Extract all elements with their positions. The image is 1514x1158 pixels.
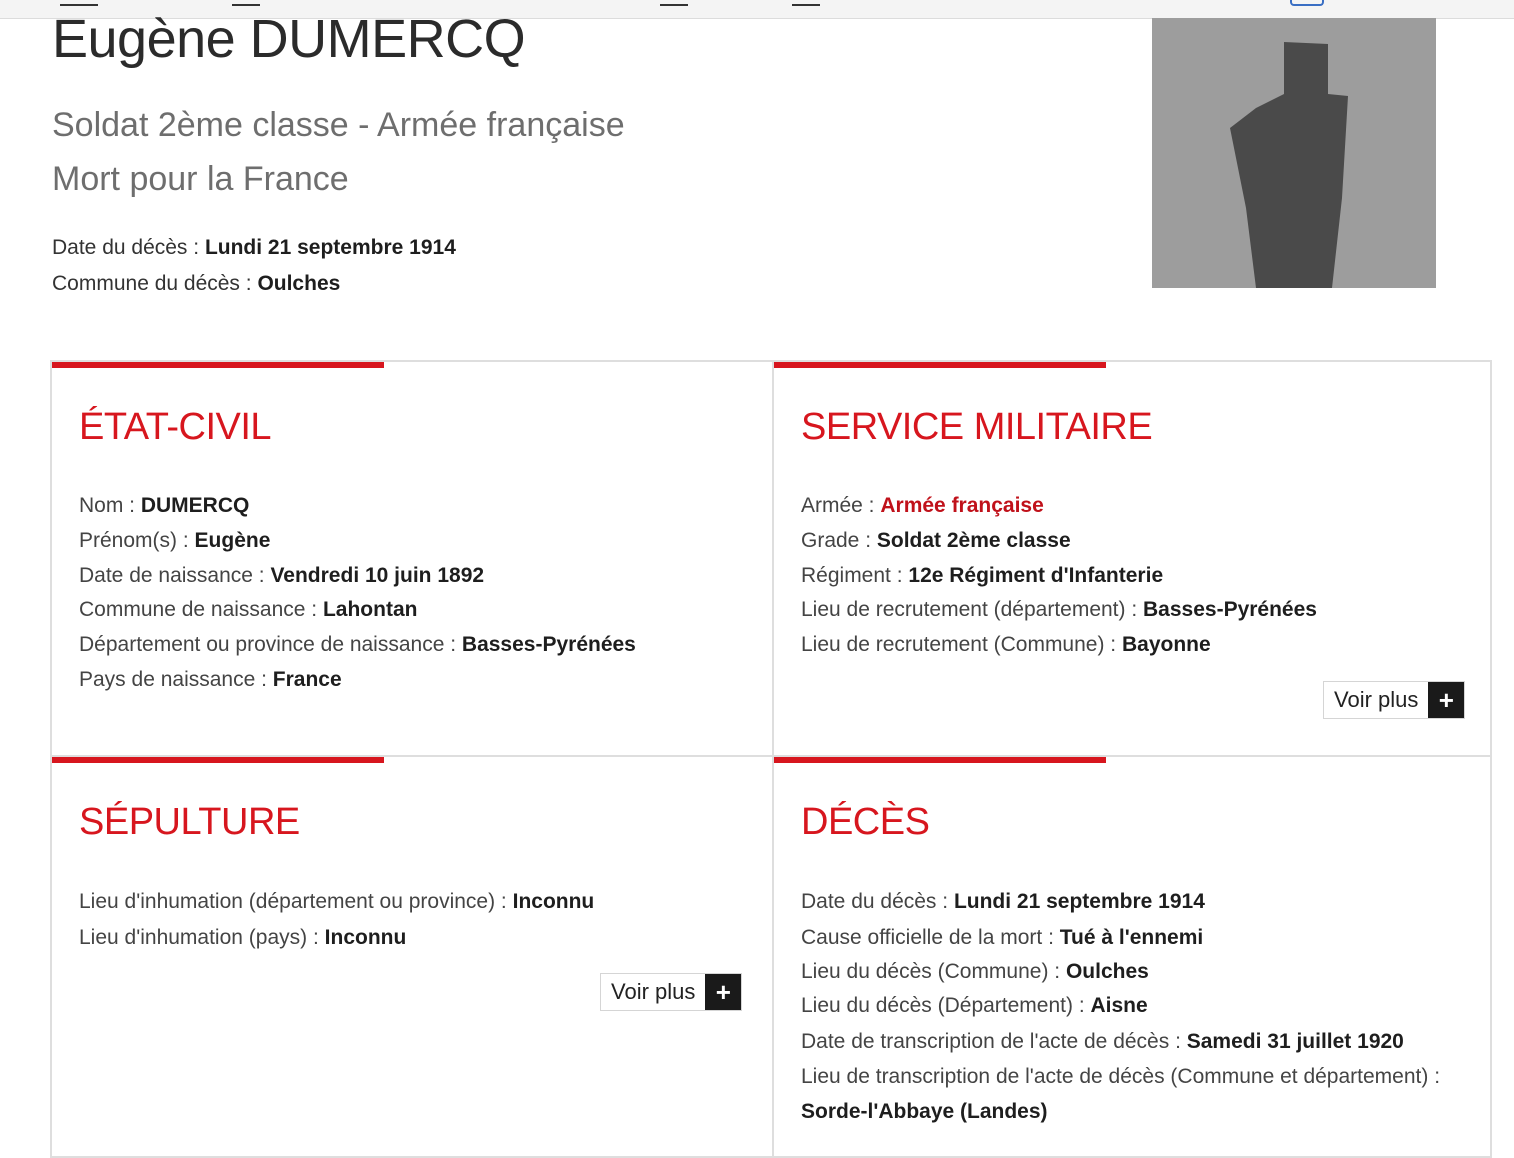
field-label: Prénom(s) : — [79, 529, 195, 552]
field-value: Tué à l'ennemi — [1059, 926, 1204, 949]
field-value: Inconnu — [512, 890, 595, 913]
field-label: Lieu d'inhumation (pays) : — [79, 926, 325, 949]
field-value: Inconnu — [324, 926, 407, 949]
field-label: Commune de naissance : — [79, 598, 323, 621]
field-value: Oulches — [1065, 960, 1149, 983]
field-label: Pays de naissance : — [79, 668, 273, 691]
voir-plus-label: Voir plus — [611, 979, 696, 1004]
field-armee: Armée : Armée française — [801, 494, 1044, 518]
field-label: Date de naissance : — [79, 564, 271, 587]
field-label: Cause officielle de la mort : — [801, 926, 1060, 949]
card-etat-civil: ÉTAT-CIVIL Nom : DUMERCQ Prénom(s) : Eug… — [50, 360, 774, 757]
voir-plus-label: Voir plus — [1334, 687, 1419, 712]
voir-plus-button[interactable]: Voir plus + — [600, 973, 743, 1011]
field-date-deces: Date du décès : Lundi 21 septembre 1914 — [801, 890, 1205, 914]
field-departement-naissance: Département ou province de naissance : B… — [79, 633, 636, 657]
field-lieu-transcription-value: Sorde-l'Abbaye (Landes) — [801, 1100, 1048, 1124]
field-label: Grade : — [801, 529, 877, 552]
toolbar-fragment — [792, 0, 820, 6]
field-grade: Grade : Soldat 2ème classe — [801, 529, 1071, 553]
field-lieu-deces-commune: Lieu du décès (Commune) : Oulches — [801, 960, 1149, 984]
bookmark-icon[interactable] — [1290, 0, 1324, 6]
field-label: Lieu de recrutement (département) : — [801, 598, 1144, 621]
field-label: Armée : — [801, 494, 881, 517]
summary-label: Date du décès : — [52, 236, 205, 259]
field-label: Lieu du décès (Département) : — [801, 994, 1091, 1017]
summary-death-date: Date du décès : Lundi 21 septembre 1914 — [52, 236, 456, 260]
field-value: Basses-Pyrénées — [461, 633, 636, 656]
plus-icon: + — [705, 974, 742, 1010]
toolbar-fragment — [232, 0, 260, 6]
field-label: Date de transcription de l'acte de décès… — [801, 1030, 1187, 1053]
summary-value: Oulches — [257, 272, 341, 295]
field-lieu-deces-departement: Lieu du décès (Département) : Aisne — [801, 994, 1148, 1018]
summary-death-commune: Commune du décès : Oulches — [52, 272, 340, 296]
field-lieu-transcription: Lieu de transcription de l'acte de décès… — [801, 1065, 1440, 1089]
field-value: 12e Régiment d'Infanterie — [908, 564, 1164, 587]
field-inhumation-departement: Lieu d'inhumation (département ou provin… — [79, 890, 594, 914]
person-silhouette-icon — [1230, 42, 1348, 288]
field-date-naissance: Date de naissance : Vendredi 10 juin 189… — [79, 564, 484, 588]
card-accent-bar — [774, 362, 1106, 368]
field-label: Département ou province de naissance : — [79, 633, 462, 656]
card-title: SÉPULTURE — [79, 801, 300, 843]
summary-value: Lundi 21 septembre 1914 — [204, 236, 456, 259]
field-recrutement-commune: Lieu de recrutement (Commune) : Bayonne — [801, 633, 1211, 657]
field-value: Sorde-l'Abbaye (Landes) — [801, 1100, 1048, 1123]
card-service-militaire: SERVICE MILITAIRE Armée : Armée français… — [772, 360, 1492, 757]
toolbar-fragment — [60, 0, 98, 6]
field-value: Samedi 31 juillet 1920 — [1186, 1030, 1404, 1053]
field-date-transcription: Date de transcription de l'acte de décès… — [801, 1030, 1404, 1054]
toolbar-fragment — [660, 0, 688, 6]
field-value: Lahontan — [322, 598, 418, 621]
summary-label: Commune du décès : — [52, 272, 258, 295]
person-rank-line: Soldat 2ème classe - Armée française — [52, 106, 625, 144]
field-cause-mort: Cause officielle de la mort : Tué à l'en… — [801, 926, 1203, 950]
card-sepulture: SÉPULTURE Lieu d'inhumation (département… — [50, 755, 774, 1158]
field-label: Nom : — [79, 494, 141, 517]
voir-plus-button[interactable]: Voir plus + — [1323, 681, 1466, 719]
field-label: Lieu d'inhumation (département ou provin… — [79, 890, 513, 913]
field-label: Lieu de recrutement (Commune) : — [801, 633, 1122, 656]
field-label: Régiment : — [801, 564, 909, 587]
field-value: Eugène — [194, 529, 271, 552]
field-label: Date du décès : — [801, 890, 954, 913]
card-title: SERVICE MILITAIRE — [801, 406, 1153, 448]
portrait-photo — [1152, 18, 1436, 288]
field-inhumation-pays: Lieu d'inhumation (pays) : Inconnu — [79, 926, 406, 950]
armee-link[interactable]: Armée française — [880, 494, 1043, 517]
field-value: Lundi 21 septembre 1914 — [953, 890, 1205, 913]
card-accent-bar — [774, 757, 1106, 763]
card-title: DÉCÈS — [801, 801, 930, 843]
field-prenoms: Prénom(s) : Eugène — [79, 529, 270, 553]
field-commune-naissance: Commune de naissance : Lahontan — [79, 598, 417, 622]
field-value: France — [272, 668, 342, 691]
person-status-line: Mort pour la France — [52, 160, 349, 198]
field-value: Bayonne — [1121, 633, 1211, 656]
card-deces: DÉCÈS Date du décès : Lundi 21 septembre… — [772, 755, 1492, 1158]
field-pays-naissance: Pays de naissance : France — [79, 668, 342, 692]
field-value: Vendredi 10 juin 1892 — [270, 564, 485, 587]
field-recrutement-departement: Lieu de recrutement (département) : Bass… — [801, 598, 1317, 622]
card-accent-bar — [52, 362, 384, 368]
plus-icon: + — [1428, 682, 1465, 718]
field-regiment: Régiment : 12e Régiment d'Infanterie — [801, 564, 1163, 588]
field-label: Lieu de transcription de l'acte de décès… — [801, 1065, 1441, 1088]
card-title: ÉTAT-CIVIL — [79, 406, 272, 448]
field-value: DUMERCQ — [140, 494, 250, 517]
field-value: Aisne — [1090, 994, 1148, 1017]
field-label: Lieu du décès (Commune) : — [801, 960, 1066, 983]
field-value: Basses-Pyrénées — [1143, 598, 1317, 621]
field-nom: Nom : DUMERCQ — [79, 494, 249, 518]
field-value: Soldat 2ème classe — [876, 529, 1071, 552]
person-name: Eugène DUMERCQ — [52, 9, 526, 69]
card-accent-bar — [52, 757, 384, 763]
